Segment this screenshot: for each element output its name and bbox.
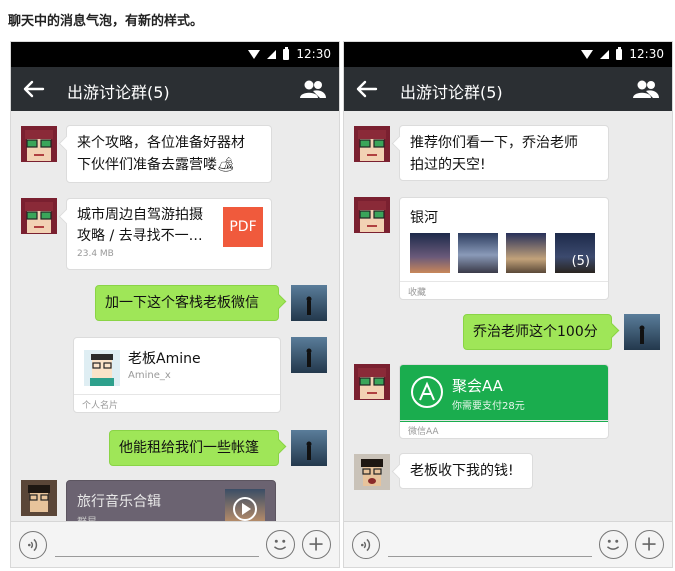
group-members-icon[interactable] (632, 79, 660, 99)
back-arrow-icon[interactable] (21, 78, 47, 100)
aa-title: 聚会AA (452, 377, 503, 395)
aa-payment-card[interactable]: 聚会AA 你需要支付28元 微信AA (399, 364, 609, 439)
message-text: 老板收下我的钱! (410, 463, 514, 479)
message-input[interactable] (55, 556, 259, 557)
message-bubble-self[interactable]: 乔治老师这个100分 (463, 314, 612, 350)
aa-subtitle: 你需要支付28元 (452, 401, 525, 412)
avatar[interactable] (354, 197, 390, 233)
back-arrow-icon[interactable] (354, 78, 380, 100)
avatar[interactable] (354, 364, 390, 400)
phone-screen-left: 12:30 出游讨论群(5) 来个攻略，各位准备好器材 下伙伴们准备去露营喽🏕 … (10, 41, 340, 568)
message-text: 来个攻略，各位准备好器材 (77, 135, 245, 151)
contact-avatar (84, 350, 120, 386)
album-photo-more[interactable]: (5) (555, 233, 595, 273)
signal-icon (600, 49, 610, 59)
plus-icon[interactable] (302, 530, 331, 559)
avatar[interactable] (354, 126, 390, 162)
battery-icon (283, 46, 290, 60)
music-title: 旅行音乐合辑 (77, 494, 161, 510)
group-members-icon[interactable] (299, 79, 327, 99)
chat-title: 出游讨论群(5) (67, 83, 170, 102)
message-text: 加一下这个客栈老板微信 (105, 295, 259, 311)
avatar[interactable] (21, 126, 57, 162)
message-bubble[interactable]: 推荐你们看一下，乔治老师 拍过的天空! (399, 125, 609, 181)
chat-header: 出游讨论群(5) (11, 67, 339, 111)
avatar[interactable] (21, 198, 57, 234)
card-footer-label: 个人名片 (74, 394, 280, 412)
wifi-icon (581, 49, 594, 59)
file-size: 23.4 MB (77, 249, 114, 259)
chat-input-bar (344, 521, 672, 567)
message-bubble-self[interactable]: 他能租给我们一些帐篷 (109, 430, 279, 466)
voice-icon[interactable] (19, 531, 47, 559)
status-bar: 12:30 (11, 42, 339, 67)
message-bubble-self[interactable]: 加一下这个客栈老板微信 (95, 285, 279, 321)
album-photo[interactable] (506, 233, 546, 273)
signal-icon (267, 49, 277, 59)
avatar[interactable] (21, 480, 57, 516)
emoji-icon[interactable] (266, 530, 295, 559)
status-time: 12:30 (296, 47, 331, 61)
album-card-message[interactable]: 银河 (5) 收藏 (399, 197, 609, 300)
message-bubble[interactable]: 老板收下我的钱! (399, 453, 533, 489)
message-text: 拍过的天空! (410, 157, 486, 173)
voice-icon[interactable] (352, 531, 380, 559)
avatar-self[interactable] (624, 314, 660, 350)
page-caption: 聊天中的消息气泡，有新的样式。 (8, 14, 204, 29)
message-text: 乔治老师这个100分 (473, 324, 598, 340)
pdf-icon: PDF (223, 207, 263, 247)
contact-id: Amine_x (128, 370, 171, 381)
album-more-count: (5) (571, 254, 590, 269)
wifi-icon (248, 49, 261, 59)
aa-logo-icon (411, 376, 443, 408)
status-bar: 12:30 (344, 42, 672, 67)
message-text: 他能租给我们一些帐篷 (119, 440, 259, 456)
status-time: 12:30 (629, 47, 664, 61)
contact-card-message[interactable]: 老板Amine Amine_x 个人名片 (73, 337, 281, 413)
plus-icon[interactable] (635, 530, 664, 559)
album-title: 银河 (410, 210, 438, 226)
chat-title: 出游讨论群(5) (400, 83, 503, 102)
card-footer-label: 微信AA (400, 420, 608, 438)
aa-card-body: 聚会AA 你需要支付28元 (400, 365, 608, 422)
avatar-self[interactable] (291, 285, 327, 321)
chat-input-bar (11, 521, 339, 567)
avatar-self[interactable] (291, 430, 327, 466)
chat-header: 出游讨论群(5) (344, 67, 672, 111)
battery-icon (616, 46, 623, 60)
avatar[interactable] (354, 454, 390, 490)
emoji-icon[interactable] (599, 530, 628, 559)
message-text: 下伙伴们准备去露营喽🏕 (77, 157, 235, 173)
avatar-self[interactable] (291, 337, 327, 373)
message-text: 推荐你们看一下，乔治老师 (410, 135, 578, 151)
album-photo[interactable] (410, 233, 450, 273)
message-bubble[interactable]: 来个攻略，各位准备好器材 下伙伴们准备去露营喽🏕 (66, 125, 272, 183)
file-message-card[interactable]: 城市周边自驾游拍摄 攻略 / 去寻找不一… 23.4 MB PDF (66, 198, 272, 270)
album-photo[interactable] (458, 233, 498, 273)
phone-screen-right: 12:30 出游讨论群(5) 推荐你们看一下，乔治老师 拍过的天空! 银河 (5… (343, 41, 673, 568)
card-footer-label: 收藏 (400, 281, 608, 299)
contact-name: 老板Amine (128, 351, 201, 367)
message-input[interactable] (388, 556, 592, 557)
